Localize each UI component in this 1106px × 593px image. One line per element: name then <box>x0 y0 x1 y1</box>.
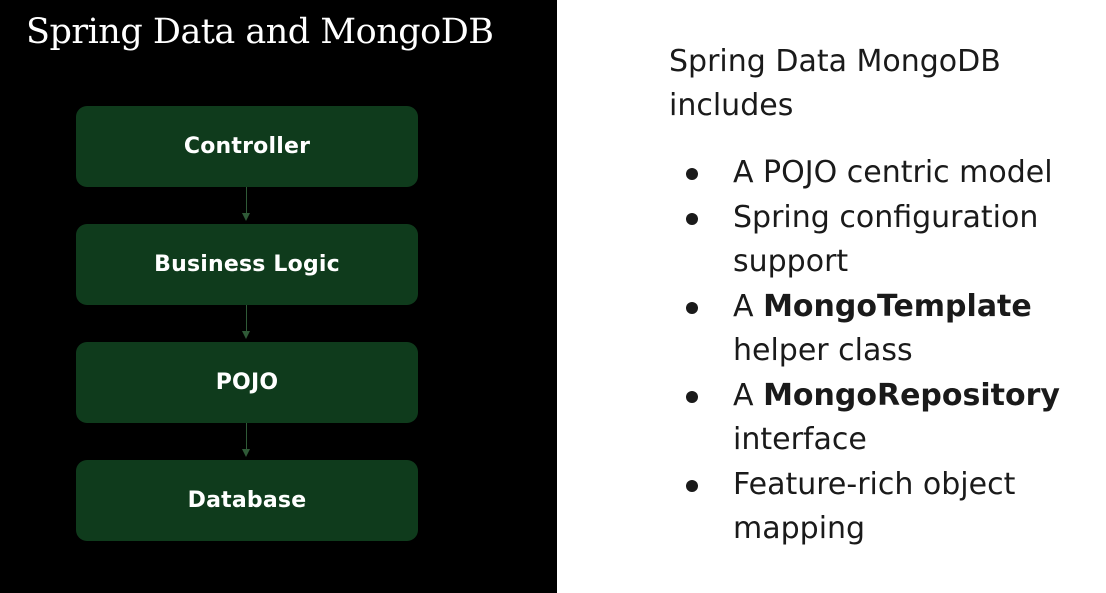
arrow-head-icon <box>242 331 250 339</box>
feature-text-continued: interface <box>733 422 867 457</box>
bullet-icon <box>686 168 698 180</box>
connector-business-logic-pojo <box>246 305 247 331</box>
intro-line-1: Spring Data MongoDB <box>669 44 1001 79</box>
intro-text: Spring Data MongoDB includes <box>669 40 1001 128</box>
bullet-icon <box>686 212 698 225</box>
connector-controller-business-logic <box>246 187 247 213</box>
feature-text: Feature-rich object <box>733 466 1016 502</box>
layer-label: Database <box>187 488 307 513</box>
layer-label: Controller <box>183 134 311 159</box>
arrow-head-icon <box>242 449 250 457</box>
intro-line-2: includes <box>669 88 794 123</box>
feature-text: A POJO centric model <box>733 155 1053 190</box>
feature-keyword: MongoTemplate <box>763 288 1032 324</box>
feature-text: A <box>733 377 764 413</box>
layer-label: POJO <box>215 370 279 395</box>
feature-item-pojo-model: A POJO centric model <box>669 151 1099 196</box>
feature-item-mongo-repository: A MongoRepository interface <box>669 374 1099 463</box>
feature-text: A <box>733 288 764 324</box>
layer-label: Business Logic <box>154 252 340 277</box>
arrow-head-icon <box>242 213 250 221</box>
feature-text-continued: helper class <box>733 333 913 368</box>
bullet-icon <box>686 301 698 314</box>
feature-text-continued: support <box>733 244 849 279</box>
feature-item-mongo-template: A MongoTemplate helper class <box>669 285 1099 374</box>
layer-box-controller: Controller <box>76 106 418 187</box>
feature-item-spring-configuration: Spring configuration support <box>669 196 1099 285</box>
feature-keyword: MongoRepository <box>763 377 1060 413</box>
architecture-diagram: Controller Business Logic POJO Database <box>0 0 557 593</box>
feature-item-object-mapping: Feature-rich object mapping <box>669 463 1099 552</box>
layer-box-business-logic: Business Logic <box>76 224 418 305</box>
feature-list: A POJO centric model Spring configuratio… <box>669 151 1099 552</box>
layer-box-database: Database <box>76 460 418 541</box>
content-panel: Spring Data MongoDB includes A POJO cent… <box>557 0 1106 593</box>
diagram-panel: Spring Data and MongoDB Controller Busin… <box>0 0 557 593</box>
bullet-icon <box>686 479 698 492</box>
feature-text: Spring configuration <box>733 199 1039 235</box>
feature-text-continued: mapping <box>733 511 866 546</box>
layer-box-pojo: POJO <box>76 342 418 423</box>
connector-pojo-database <box>246 423 247 449</box>
bullet-icon <box>686 390 698 403</box>
